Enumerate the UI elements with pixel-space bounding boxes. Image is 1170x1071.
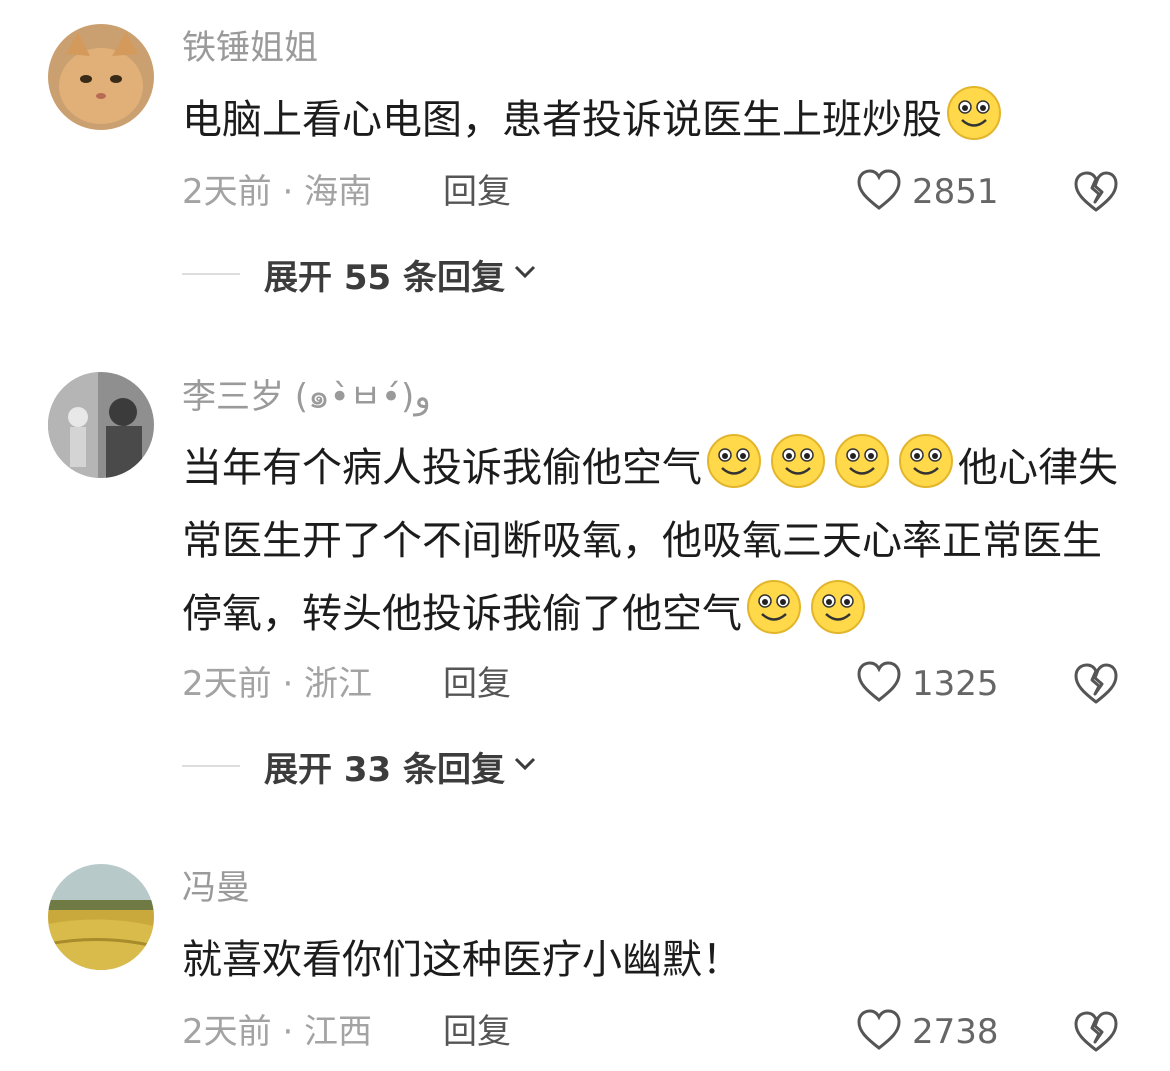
cat-avatar-icon[interactable]: [48, 24, 154, 130]
reply-button[interactable]: 回复: [443, 662, 511, 706]
expand-replies[interactable]: 展开 55 条回复: [182, 252, 537, 298]
comment-text: 电脑上看心电图，患者投诉说医生上班炒股: [182, 84, 1132, 157]
broken-heart-icon: [1074, 171, 1118, 212]
username[interactable]: 铁锤姐姐: [182, 26, 318, 70]
comment-text-content: 就喜欢看你们这种医疗小幽默！: [182, 937, 742, 983]
smile-emoji-icon: [810, 579, 866, 635]
username[interactable]: 李三岁 (๑•̀ㅂ•́)و: [182, 375, 431, 419]
divider-line: [182, 273, 240, 275]
comment-text-part1: 当年有个病人投诉我偷他空气: [182, 445, 702, 491]
broken-heart-icon: [1074, 1011, 1118, 1052]
dislike-button[interactable]: [1072, 168, 1120, 216]
field-avatar-icon[interactable]: [48, 864, 154, 970]
smile-emoji-icon: [706, 433, 762, 489]
smile-emoji-icon: [746, 579, 802, 635]
heart-icon: [856, 660, 902, 708]
reply-button[interactable]: 回复: [443, 1010, 511, 1054]
comment-text-content: 电脑上看心电图，患者投诉说医生上班炒股: [182, 97, 942, 143]
divider-line: [182, 765, 240, 767]
chevron-down-icon: [513, 756, 537, 776]
dislike-button[interactable]: [1072, 660, 1120, 708]
comment-text: 就喜欢看你们这种医疗小幽默！: [182, 924, 1132, 997]
heart-icon: [856, 168, 902, 216]
smile-emoji-icon: [946, 85, 1002, 141]
heart-icon: [856, 1008, 902, 1056]
broken-heart-icon: [1074, 663, 1118, 704]
like-button[interactable]: 1325: [856, 660, 999, 708]
like-button[interactable]: 2738: [856, 1008, 999, 1056]
comment-meta: 2天前 · 海南: [182, 172, 373, 212]
comment-meta: 2天前 · 浙江: [182, 664, 373, 704]
smile-emoji-icon: [898, 433, 954, 489]
photo-avatar-icon[interactable]: [48, 372, 154, 478]
smile-emoji-icon: [770, 433, 826, 489]
like-button[interactable]: 2851: [856, 168, 999, 216]
reply-button[interactable]: 回复: [443, 170, 511, 214]
like-count: 2851: [912, 172, 999, 212]
expand-replies-label: 展开 55 条回复: [264, 257, 505, 298]
username[interactable]: 冯曼: [182, 866, 250, 910]
chevron-down-icon: [513, 264, 537, 284]
comment-meta: 2天前 · 江西: [182, 1012, 373, 1052]
like-count: 1325: [912, 664, 999, 704]
smile-emoji-icon: [834, 433, 890, 489]
like-count: 2738: [912, 1012, 999, 1052]
expand-replies[interactable]: 展开 33 条回复: [182, 744, 537, 790]
expand-replies-label: 展开 33 条回复: [264, 749, 505, 790]
dislike-button[interactable]: [1072, 1008, 1120, 1056]
comment-text: 当年有个病人投诉我偷他空气 他心律失常医生开了个不间断吸氧，他吸氧三天心率正常医生…: [182, 432, 1132, 651]
